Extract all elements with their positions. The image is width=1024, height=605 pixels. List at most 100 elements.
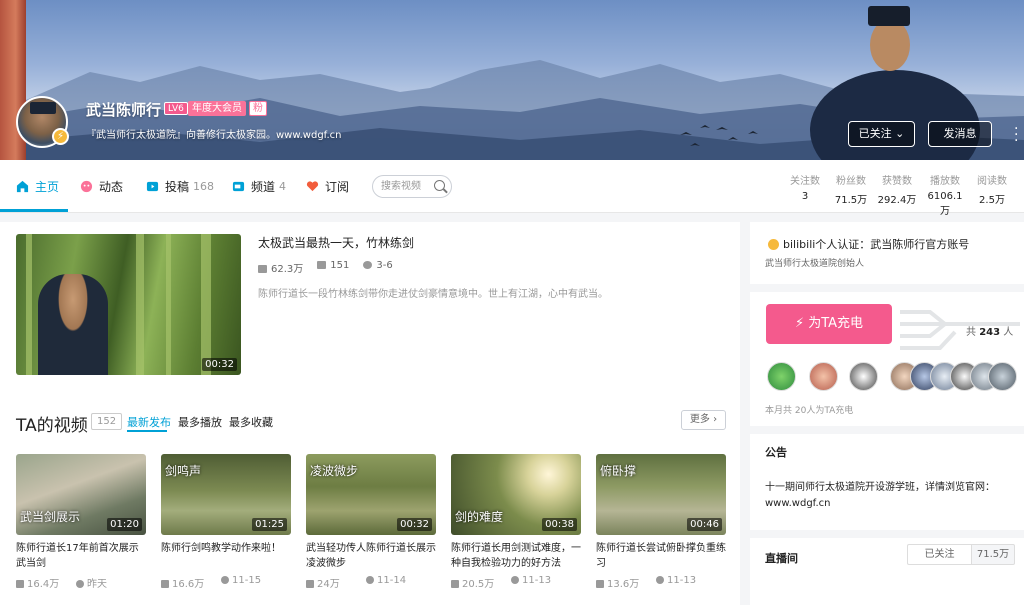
certification-panel: bilibili个人认证：武当陈师行官方账号 武当师行太极道院创始人 [750, 222, 1024, 284]
upload-date: 昨天 [87, 579, 107, 590]
video-thumbnail[interactable]: 俯卧撑 00:46 [596, 454, 726, 535]
video-card[interactable]: 俯卧撑 00:46 陈师行道长尝试俯卧撑负重练习 13.6万 11-13 [596, 454, 726, 590]
video-thumbnail[interactable]: 剑的难度 00:38 [451, 454, 581, 535]
play-count-icon [306, 580, 314, 588]
featured-video-meta: 62.3万 151 3-6 [258, 260, 393, 275]
video-thumbnail[interactable]: 剑鸣声 01:25 [161, 454, 291, 535]
tab-channel[interactable]: 频道 4 [232, 178, 286, 195]
stat-likes: 获赞数 292.4万 [875, 172, 919, 206]
video-card[interactable]: 武当剑展示 01:20 陈师行道长17年前首次展示武当剑 16.4万 昨天 [16, 454, 146, 590]
video-title[interactable]: 陈师行剑鸣教学动作来啦！ [161, 541, 291, 571]
videos-count: 152 [91, 413, 123, 430]
video-duration: 00:38 [542, 518, 577, 531]
video-duration: 00:32 [397, 518, 432, 531]
thumbnail-caption: 俯卧撑 [600, 464, 637, 478]
tab-submit[interactable]: 投稿 168 [146, 178, 214, 195]
message-button[interactable]: 发消息 [928, 121, 992, 147]
supporter-avatar[interactable] [988, 362, 1017, 391]
charge-button[interactable]: ⚡ 为TA充电 [766, 304, 892, 344]
featured-video-title[interactable]: 太极武当最热一天，竹林练剑 [258, 234, 414, 251]
tab-subscribe[interactable]: 订阅 [306, 178, 349, 195]
home-icon [16, 180, 29, 193]
video-title[interactable]: 陈师行道长17年前首次展示武当剑 [16, 541, 146, 571]
stat-label: 获赞数 [882, 176, 912, 187]
video-icon [146, 181, 159, 192]
stat-fans[interactable]: 粉丝数 71.5万 [829, 172, 873, 206]
stat-value: 6106.1万 [927, 191, 963, 217]
video-title[interactable]: 武当轻功传人陈师行道长展示凌波微步 [306, 541, 436, 571]
tab-most-favorited[interactable]: 最多收藏 [229, 414, 273, 430]
clock-icon [656, 576, 664, 584]
featured-video-thumbnail[interactable]: 00:32 [16, 234, 241, 375]
video-duration: 00:32 [202, 358, 237, 371]
channel-icon [232, 181, 245, 192]
play-count-icon [16, 580, 24, 588]
tab-home[interactable]: 主页 [16, 178, 59, 195]
chevron-right-icon: › [713, 414, 718, 425]
stat-value: 292.4万 [877, 195, 917, 206]
supporter-avatar[interactable] [849, 362, 878, 391]
level-badge: LV6 [164, 102, 188, 115]
chevron-down-icon: ⌄ [895, 127, 905, 140]
lightning-icon: ⚡ [794, 316, 805, 331]
upload-date: 11-13 [522, 575, 552, 586]
follow-button[interactable]: 已关注 ⌄ [848, 121, 915, 147]
tab-dynamic[interactable]: 动态 [80, 178, 123, 195]
vip-badge[interactable]: 年度大会员 [188, 101, 246, 116]
supporter-avatar[interactable] [809, 362, 838, 391]
video-card[interactable]: 凌波微步 00:32 武当轻功传人陈师行道长展示凌波微步 24万 11-14 [306, 454, 436, 590]
video-thumbnail[interactable]: 凌波微步 00:32 [306, 454, 436, 535]
play-count-icon [161, 580, 169, 588]
stat-value: 3 [801, 191, 809, 202]
play-count-icon [596, 580, 604, 588]
tab-home-label: 主页 [35, 180, 60, 194]
live-follow-button[interactable]: 已关注 [907, 544, 971, 565]
play-count-icon [451, 580, 459, 588]
verified-badge-icon: ⚡ [52, 128, 69, 145]
video-card[interactable]: 剑的难度 00:38 陈师行道长用剑测试难度，一种自我检验功力的好方法 20.5… [451, 454, 581, 590]
danmaku-count: 151 [330, 260, 350, 271]
certification-subtitle: 武当师行太极道院创始人 [765, 259, 865, 269]
upload-date: 3-6 [376, 260, 393, 271]
featured-video-description: 陈师行道长一段竹林练剑带你走进仗剑豪情意境中。世上有江湖，心中有武当。 [258, 289, 608, 300]
play-count: 16.4万 [27, 579, 60, 590]
stat-label: 阅读数 [977, 176, 1007, 187]
upload-date: 11-15 [232, 575, 262, 586]
video-title[interactable]: 陈师行道长尝试俯卧撑负重练习 [596, 541, 726, 571]
stat-label: 粉丝数 [836, 176, 866, 187]
video-thumbnail[interactable]: 武当剑展示 01:20 [16, 454, 146, 535]
charge-button-label: 为TA充电 [808, 316, 864, 331]
supporter-avatar[interactable] [767, 362, 796, 391]
more-videos-button[interactable]: 更多 › [681, 410, 726, 430]
fan-medal-badge[interactable]: 粉 [249, 101, 267, 116]
stat-label: 播放数 [930, 176, 960, 187]
tab-latest[interactable]: 最新发布 [127, 414, 171, 430]
upload-date: 11-14 [377, 575, 407, 586]
play-count: 16.6万 [172, 579, 205, 590]
clock-icon [366, 576, 374, 584]
active-tab-indicator [0, 209, 68, 212]
clock-icon [221, 576, 229, 584]
charge-total: 共 243 人 [966, 327, 1014, 338]
thumbnail-caption: 剑的难度 [455, 510, 504, 524]
video-duration: 01:20 [107, 518, 142, 531]
thumbnail-caption: 凌波微步 [310, 464, 359, 478]
more-menu-icon[interactable]: · · · [1014, 122, 1020, 148]
more-label: 更多 [689, 414, 710, 425]
search-icon[interactable] [434, 180, 445, 191]
play-count: 13.6万 [607, 579, 640, 590]
video-title[interactable]: 陈师行道长用剑测试难度，一种自我检验功力的好方法 [451, 541, 581, 571]
notice-text: 十一期间师行太极道院开设游学班，详情浏览官网：www.wdgf.cn [765, 482, 995, 509]
tab-most-played[interactable]: 最多播放 [178, 414, 222, 430]
play-count: 20.5万 [462, 579, 495, 590]
search-input[interactable]: 搜索视频 [372, 175, 452, 198]
play-count: 24万 [317, 579, 340, 590]
stat-following[interactable]: 关注数 3 [783, 172, 827, 202]
video-duration: 00:46 [687, 518, 722, 531]
stat-reads: 阅读数 2.5万 [970, 172, 1014, 206]
profile-nav: 主页 动态 投稿 168 频道 4 订阅 搜索视频 关注数 3 粉丝数 71.5万 … [0, 160, 1024, 217]
tab-submit-label: 投稿 [165, 180, 190, 194]
videos-section-title: TA的视频 [16, 416, 88, 436]
tab-subscribe-label: 订阅 [325, 180, 350, 194]
video-card[interactable]: 剑鸣声 01:25 陈师行剑鸣教学动作来啦！ 16.6万 11-15 [161, 454, 291, 590]
